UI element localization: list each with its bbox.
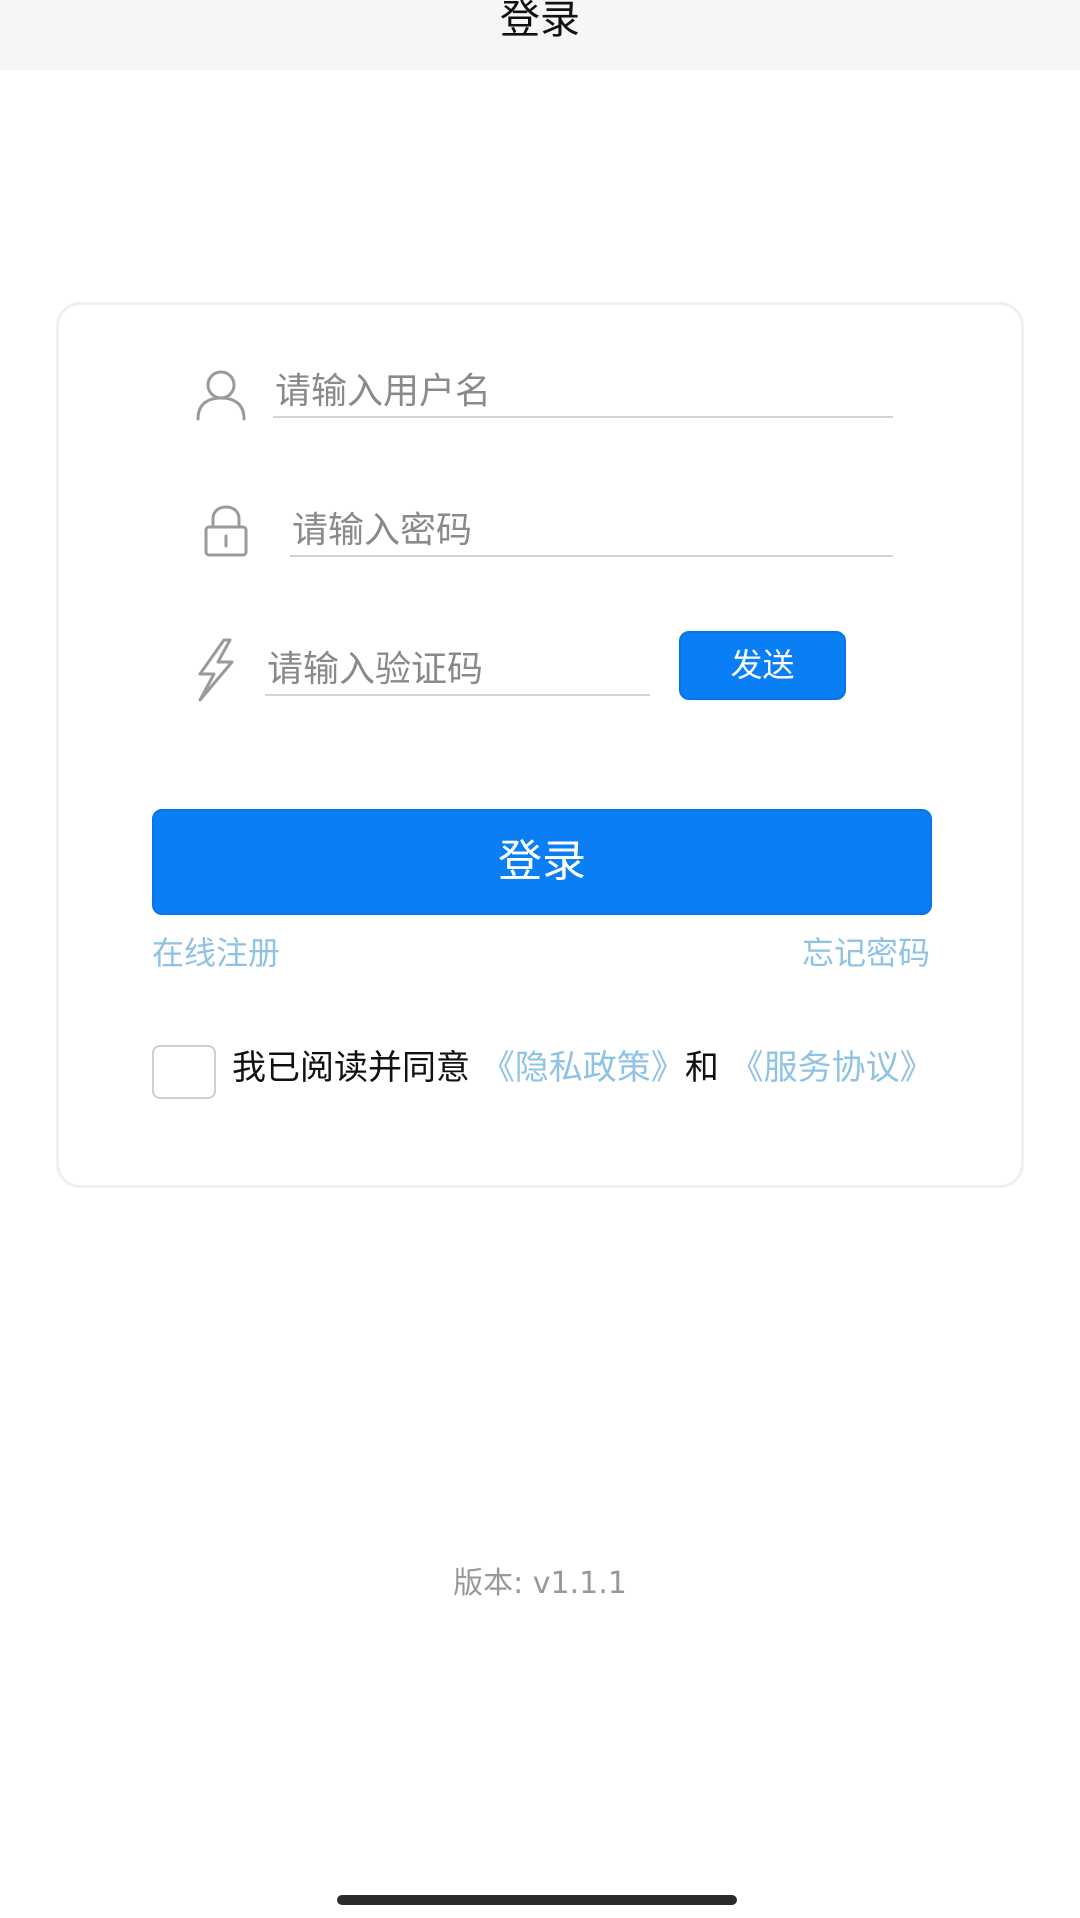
- agreement-text: 我已阅读并同意 《隐私政策》和 《服务协议》: [152, 1040, 942, 1096]
- page-title: 登录: [500, 0, 580, 43]
- lock-icon: [203, 505, 249, 557]
- register-link[interactable]: 在线注册: [152, 933, 280, 973]
- login-page: 登录 发送 登录 在线注册 忘记密码 我已阅读并同意 《隐私政策》和 《服务协议…: [0, 0, 1080, 1918]
- username-input[interactable]: [273, 366, 893, 418]
- version-label: 版本: v1.1.1: [453, 1566, 627, 1601]
- verification-code-input[interactable]: [265, 644, 650, 696]
- forgot-password-link[interactable]: 忘记密码: [802, 933, 930, 973]
- service-agreement-link[interactable]: 《服务协议》: [730, 1048, 934, 1088]
- navigation-bar: 登录: [0, 0, 1080, 70]
- agreement-checkbox[interactable]: [152, 1045, 216, 1099]
- password-input[interactable]: [290, 505, 893, 557]
- send-code-button[interactable]: 发送: [679, 631, 846, 700]
- user-icon: [193, 367, 249, 423]
- agreement-conjunction: 和: [684, 1048, 719, 1088]
- privacy-policy-link[interactable]: 《隐私政策》: [481, 1048, 685, 1088]
- home-indicator[interactable]: [337, 1895, 737, 1905]
- login-button[interactable]: 登录: [152, 809, 932, 915]
- agreement-prefix: 我已阅读并同意: [232, 1048, 470, 1088]
- lightning-icon: [194, 638, 238, 702]
